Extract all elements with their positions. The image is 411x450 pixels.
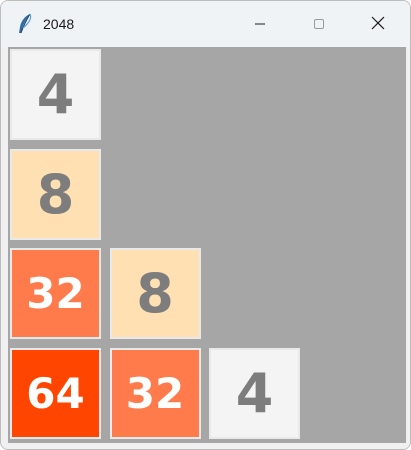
minimize-button[interactable] — [231, 1, 289, 47]
title-bar[interactable]: 2048 — [1, 1, 410, 47]
minimize-icon — [254, 15, 266, 34]
tile-r2c1: 8 — [109, 248, 201, 339]
game-window: 2048 4 8 32 8 64 32 4 — [0, 0, 411, 450]
tile-r3c0: 64 — [10, 347, 101, 439]
tile-value: 8 — [36, 162, 75, 226]
close-icon — [371, 15, 385, 34]
tile-value: 64 — [26, 368, 85, 418]
tile-value: 4 — [36, 63, 75, 126]
tile-r1c0: 8 — [10, 148, 101, 240]
tile-r3c2: 4 — [209, 347, 300, 439]
game-board[interactable]: 4 8 32 8 64 32 4 — [8, 47, 406, 443]
close-button[interactable] — [349, 1, 407, 47]
maximize-button[interactable] — [290, 1, 348, 47]
tile-value: 4 — [235, 361, 274, 425]
tile-r2c0: 32 — [10, 248, 101, 339]
maximize-icon — [313, 15, 325, 34]
tile-value: 32 — [26, 269, 85, 318]
tile-r0c0: 4 — [10, 49, 101, 140]
feather-icon — [15, 13, 35, 35]
tile-r3c1: 32 — [109, 347, 201, 439]
tile-value: 8 — [136, 262, 174, 325]
tile-value: 32 — [125, 368, 185, 418]
window-title: 2048 — [43, 16, 75, 32]
